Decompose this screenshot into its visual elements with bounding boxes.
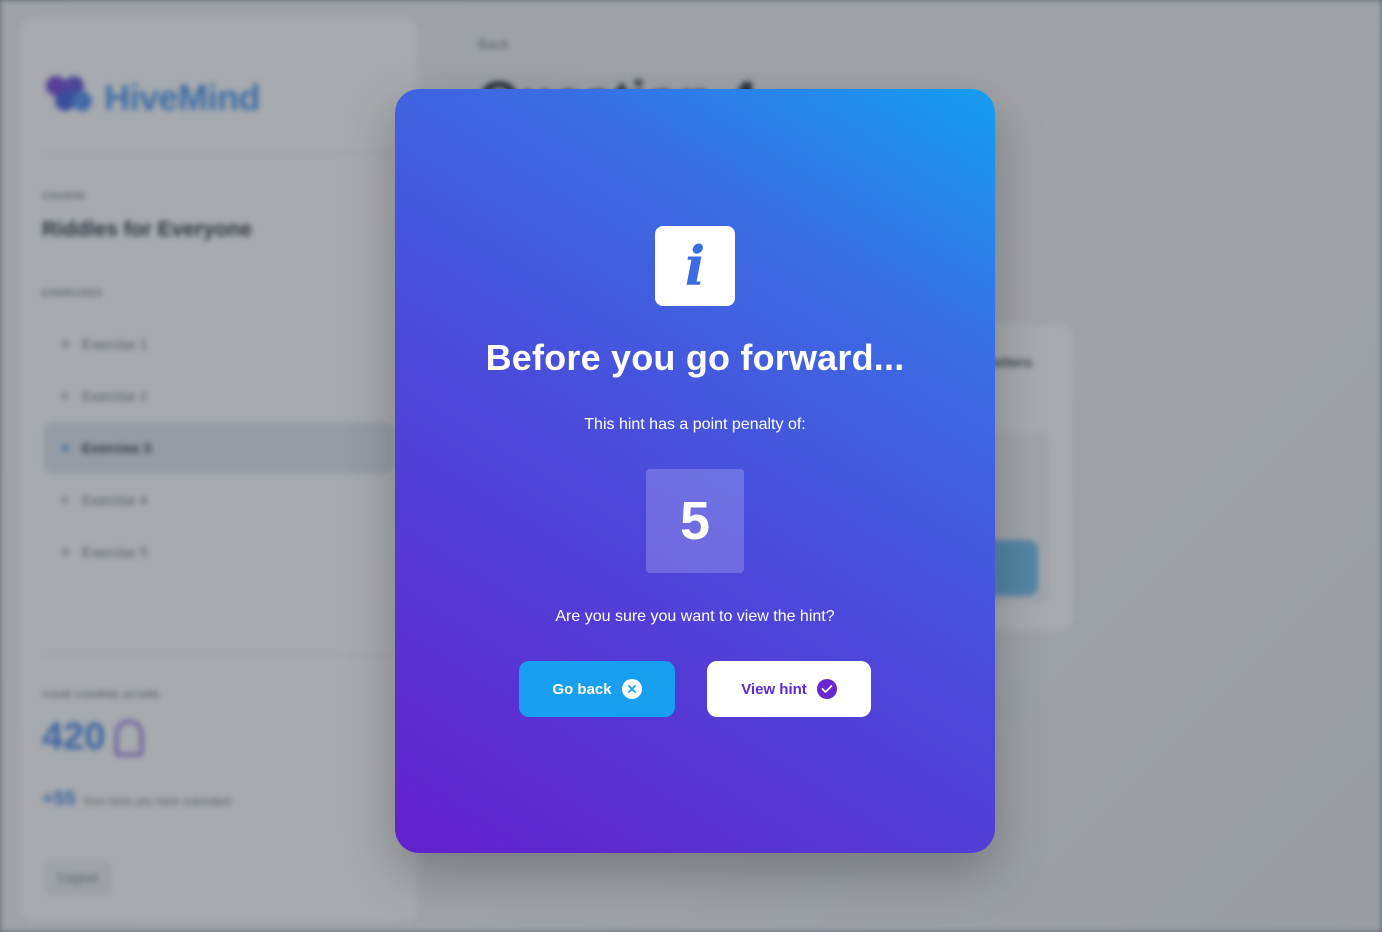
view-hint-button[interactable]: View hint [707, 661, 871, 717]
go-back-button[interactable]: Go back [519, 661, 675, 717]
info-icon: i [655, 226, 735, 306]
modal-subtitle: This hint has a point penalty of: [584, 416, 806, 433]
modal-confirm-text: Are you sure you want to view the hint? [555, 608, 835, 625]
modal-title: Before you go forward... [485, 337, 905, 378]
go-back-label: Go back [552, 680, 612, 698]
check-circle-icon [816, 679, 837, 699]
close-circle-icon [621, 679, 642, 699]
penalty-value: 5 [646, 469, 744, 573]
view-hint-label: View hint [741, 680, 807, 698]
hint-penalty-modal: i Before you go forward... This hint has… [395, 89, 995, 853]
